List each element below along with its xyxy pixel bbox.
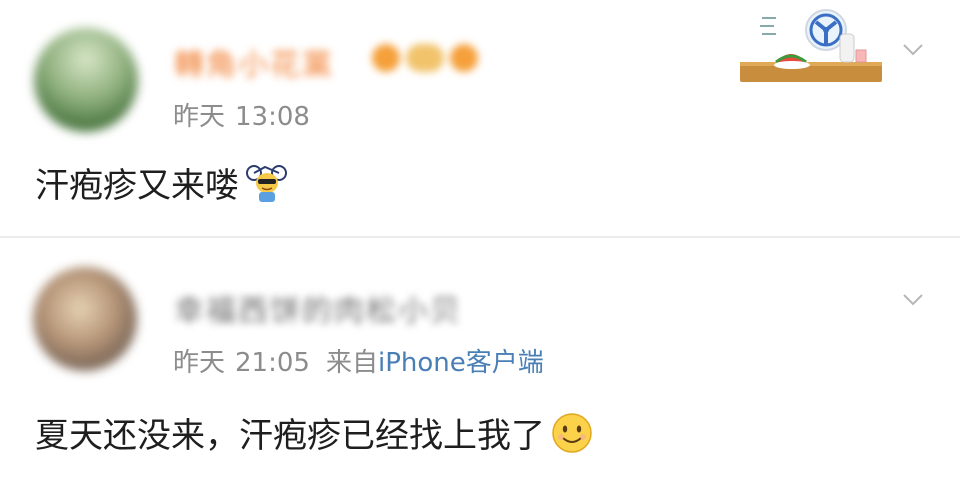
time-day: 昨天: [173, 102, 226, 132]
from-label: 来自: [325, 348, 378, 378]
time-clock: 21:05: [235, 348, 310, 378]
cool-cat-bicycle-emoji-icon: [246, 164, 287, 202]
username[interactable]: 幸福西饼的肉松小贝: [174, 286, 462, 330]
avatar[interactable]: [34, 28, 138, 132]
electric-fan-watermelon-decoration-icon: [740, 9, 882, 82]
username[interactable]: 轉角小花黨: [174, 40, 334, 84]
user-badges: [372, 44, 478, 72]
time-clock: 13:08: [235, 102, 310, 132]
comment-text: 夏天还没来，汗疱疹已经找上我了: [35, 408, 593, 457]
badge-icon: [372, 44, 400, 72]
badge-icon: [450, 44, 478, 72]
comment-text-body: 夏天还没来，汗疱疹已经找上我了: [35, 416, 545, 456]
post-meta: 昨天 21:05 来自iPhone客户端: [173, 342, 544, 379]
comment-text: 汗疱疹又来喽: [35, 158, 289, 207]
time-day: 昨天: [173, 348, 226, 378]
device-link[interactable]: iPhone客户端: [378, 348, 544, 378]
avatar[interactable]: [33, 267, 137, 371]
post-meta: 昨天 13:08: [173, 96, 310, 133]
smile-emoji-icon: [552, 412, 592, 453]
chevron-down-icon[interactable]: [902, 288, 924, 310]
comment-post-2: 幸福西饼的肉松小贝 昨天 21:05 来自iPhone客户端 夏天还没来，汗疱疹已经…: [0, 238, 960, 488]
comment-text-body: 汗疱疹又来喽: [35, 166, 239, 206]
badge-icon: [406, 44, 444, 72]
chevron-down-icon[interactable]: [902, 38, 924, 60]
comment-post-1: 轉角小花黨 昨天 13:08 汗疱疹又来喽: [0, 0, 960, 236]
